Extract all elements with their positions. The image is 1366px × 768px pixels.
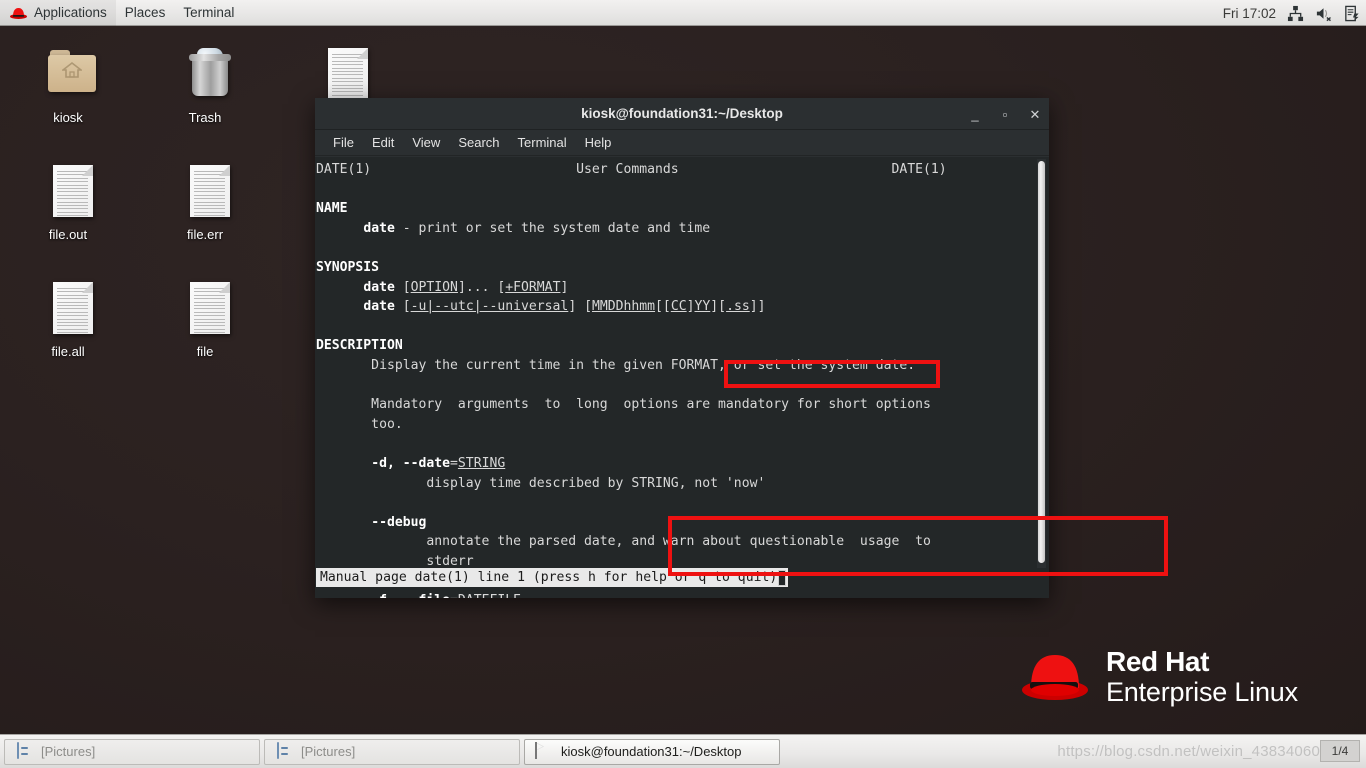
file-manager-icon [15,741,33,761]
workspace-indicator[interactable]: 1/4 [1320,740,1360,762]
places-menu-label: Places [124,4,166,20]
text-document-icon [38,278,98,340]
desktop-icon-kiosk[interactable]: kiosk [8,44,128,125]
top-panel: Applications Places Terminal Fri 17:02 [0,0,1366,26]
man-page-text: DATE(1) User Commands DATE(1) NAME date … [316,162,947,598]
terminal-scrollbar[interactable] [1037,159,1046,568]
file-manager-icon [275,741,293,761]
menu-search[interactable]: Search [458,135,499,150]
home-folder-icon [38,44,98,106]
terminal-titlebar[interactable]: kiosk@foundation31:~/Desktop _ ▫ ✕ [315,98,1049,130]
taskbar-item-terminal[interactable]: kiosk@foundation31:~/Desktop [524,738,780,765]
desktop-icon-file-out[interactable]: file.out [8,161,128,242]
text-document-icon [175,161,235,223]
clock[interactable]: Fri 17:02 [1223,6,1276,21]
rhel-brand-line1: Red Hat [1106,646,1209,677]
applications-menu-label: Applications [34,4,107,20]
red-hat-fedora-icon [1022,654,1088,700]
applications-menu[interactable]: Applications [0,0,116,26]
terminal-menu-label: Terminal [183,4,235,20]
desktop-icon-label: file [196,344,214,359]
close-icon[interactable]: ✕ [1029,108,1041,121]
volume-muted-icon[interactable] [1315,5,1332,22]
terminal-menubar: File Edit View Search Terminal Help [315,130,1049,156]
terminal-menu[interactable]: Terminal [174,0,243,26]
desktop-icon-file-all[interactable]: file.all [8,278,128,359]
text-cursor [778,569,787,586]
taskbar-item-pictures-2[interactable]: [Pictures] [264,738,520,765]
trash-full-icon [175,44,235,106]
software-update-icon[interactable] [1343,5,1360,22]
desktop-icon-trash[interactable]: Trash [145,44,265,125]
terminal-content[interactable]: DATE(1) User Commands DATE(1) NAME date … [315,157,1049,598]
network-icon[interactable] [1287,5,1304,22]
minimize-icon[interactable]: _ [969,108,981,121]
maximize-icon[interactable]: ▫ [999,108,1011,121]
pager-status-line: Manual page date(1) line 1 (press h for … [316,568,789,587]
desktop-icon-label: file.err [186,227,224,242]
taskbar-item-label: kiosk@foundation31:~/Desktop [561,744,742,759]
text-document-icon [313,44,373,106]
desktop-icon-label: Trash [188,110,222,125]
desktop-icon-label: kiosk [53,110,83,125]
rhel-brand-line2: Enterprise Linux [1106,677,1298,708]
bottom-panel: [Pictures] [Pictures] kiosk@foundation31… [0,734,1366,768]
window-controls: _ ▫ ✕ [969,98,1041,130]
terminal-icon [535,741,553,761]
menu-file[interactable]: File [333,135,354,150]
desktop-icon-file[interactable]: file [145,278,265,359]
menu-view[interactable]: View [412,135,440,150]
terminal-window[interactable]: kiosk@foundation31:~/Desktop _ ▫ ✕ File … [315,98,1168,598]
taskbar-item-pictures-1[interactable]: [Pictures] [4,738,260,765]
scrollbar-thumb[interactable] [1038,161,1045,563]
places-menu[interactable]: Places [116,0,175,26]
page-watermark: https://blog.csdn.net/weixin_43834060 [1057,743,1320,760]
text-document-icon [175,278,235,340]
menu-help[interactable]: Help [585,135,612,150]
rhel-branding: Red Hat Enterprise Linux [1018,646,1298,708]
red-hat-fedora-icon [10,7,27,19]
desktop-icon-label: file.all [51,344,85,359]
desktop-icon-label: file.out [48,227,88,242]
window-title: kiosk@foundation31:~/Desktop [581,106,783,121]
top-panel-tray: Fri 17:02 [1223,0,1360,26]
desktop-icon-file-err[interactable]: file.err [145,161,265,242]
menu-edit[interactable]: Edit [372,135,394,150]
menu-terminal[interactable]: Terminal [518,135,567,150]
taskbar-item-label: [Pictures] [41,744,96,759]
pager-status-text: Manual page date(1) line 1 (press h for … [320,570,778,585]
text-document-icon [38,161,98,223]
taskbar-item-label: [Pictures] [301,744,356,759]
